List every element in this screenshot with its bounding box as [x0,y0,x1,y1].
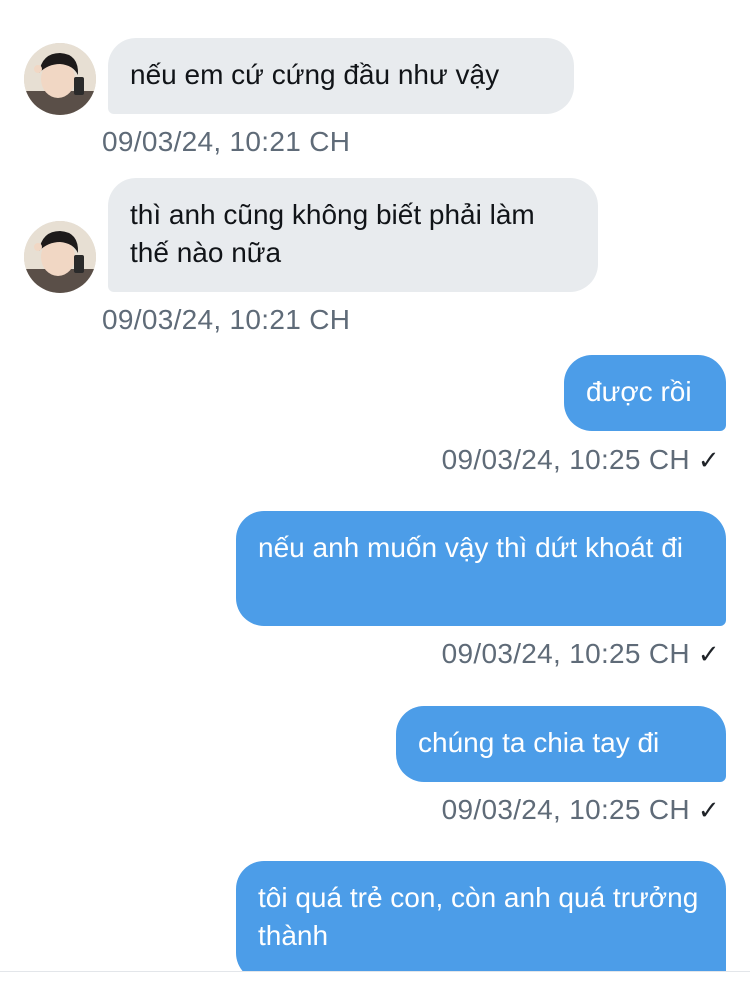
message-bubble-outgoing[interactable]: tôi quá trẻ con, còn anh quá trưởng thàn… [236,861,726,981]
message-timestamp: 09/03/24, 10:21 CH [102,304,351,335]
message-text: được rồi [586,376,692,407]
avatar-photo-icon [24,43,96,115]
message-text: chúng ta chia tay đi [418,727,660,758]
message-bubble-incoming[interactable]: thì anh cũng không biết phải làm thế nào… [108,178,598,292]
message-time: 09/03/24, 10:25 CH [441,794,690,825]
composer-area [0,972,750,992]
chat-thread: nếu em cứ cứng đầu như vậy 09/03/24, 10:… [0,0,750,992]
message-text: nếu anh muốn vậy thì dứt khoát đi [258,532,684,563]
checkmark-icon: ✓ [697,445,720,475]
sender-avatar[interactable] [24,221,96,293]
message-timestamp: 09/03/24, 10:25 CH ✓ [442,443,720,477]
message-text: tôi quá trẻ con, còn anh quá trưởng thàn… [258,882,699,951]
message-time: 09/03/24, 10:25 CH [441,638,690,669]
message-timestamp: 09/03/24, 10:21 CH [102,126,351,157]
message-time: 09/03/24, 10:25 CH [441,444,690,475]
checkmark-icon: ✓ [697,795,720,825]
message-text: nếu em cứ cứng đầu như vậy [130,59,500,90]
message-text: thì anh cũng không biết phải làm thế nào… [130,199,535,268]
message-bubble-outgoing[interactable]: nếu anh muốn vậy thì dứt khoát đi [236,511,726,626]
avatar-photo-icon [24,221,96,293]
message-bubble-outgoing[interactable]: chúng ta chia tay đi [396,706,726,782]
message-timestamp: 09/03/24, 10:25 CH ✓ [442,793,720,827]
message-timestamp: 09/03/24, 10:25 CH ✓ [442,637,720,671]
message-bubble-incoming[interactable]: nếu em cứ cứng đầu như vậy [108,38,574,114]
checkmark-icon: ✓ [697,639,720,669]
message-bubble-outgoing[interactable]: được rồi [564,355,726,431]
sender-avatar[interactable] [24,43,96,115]
